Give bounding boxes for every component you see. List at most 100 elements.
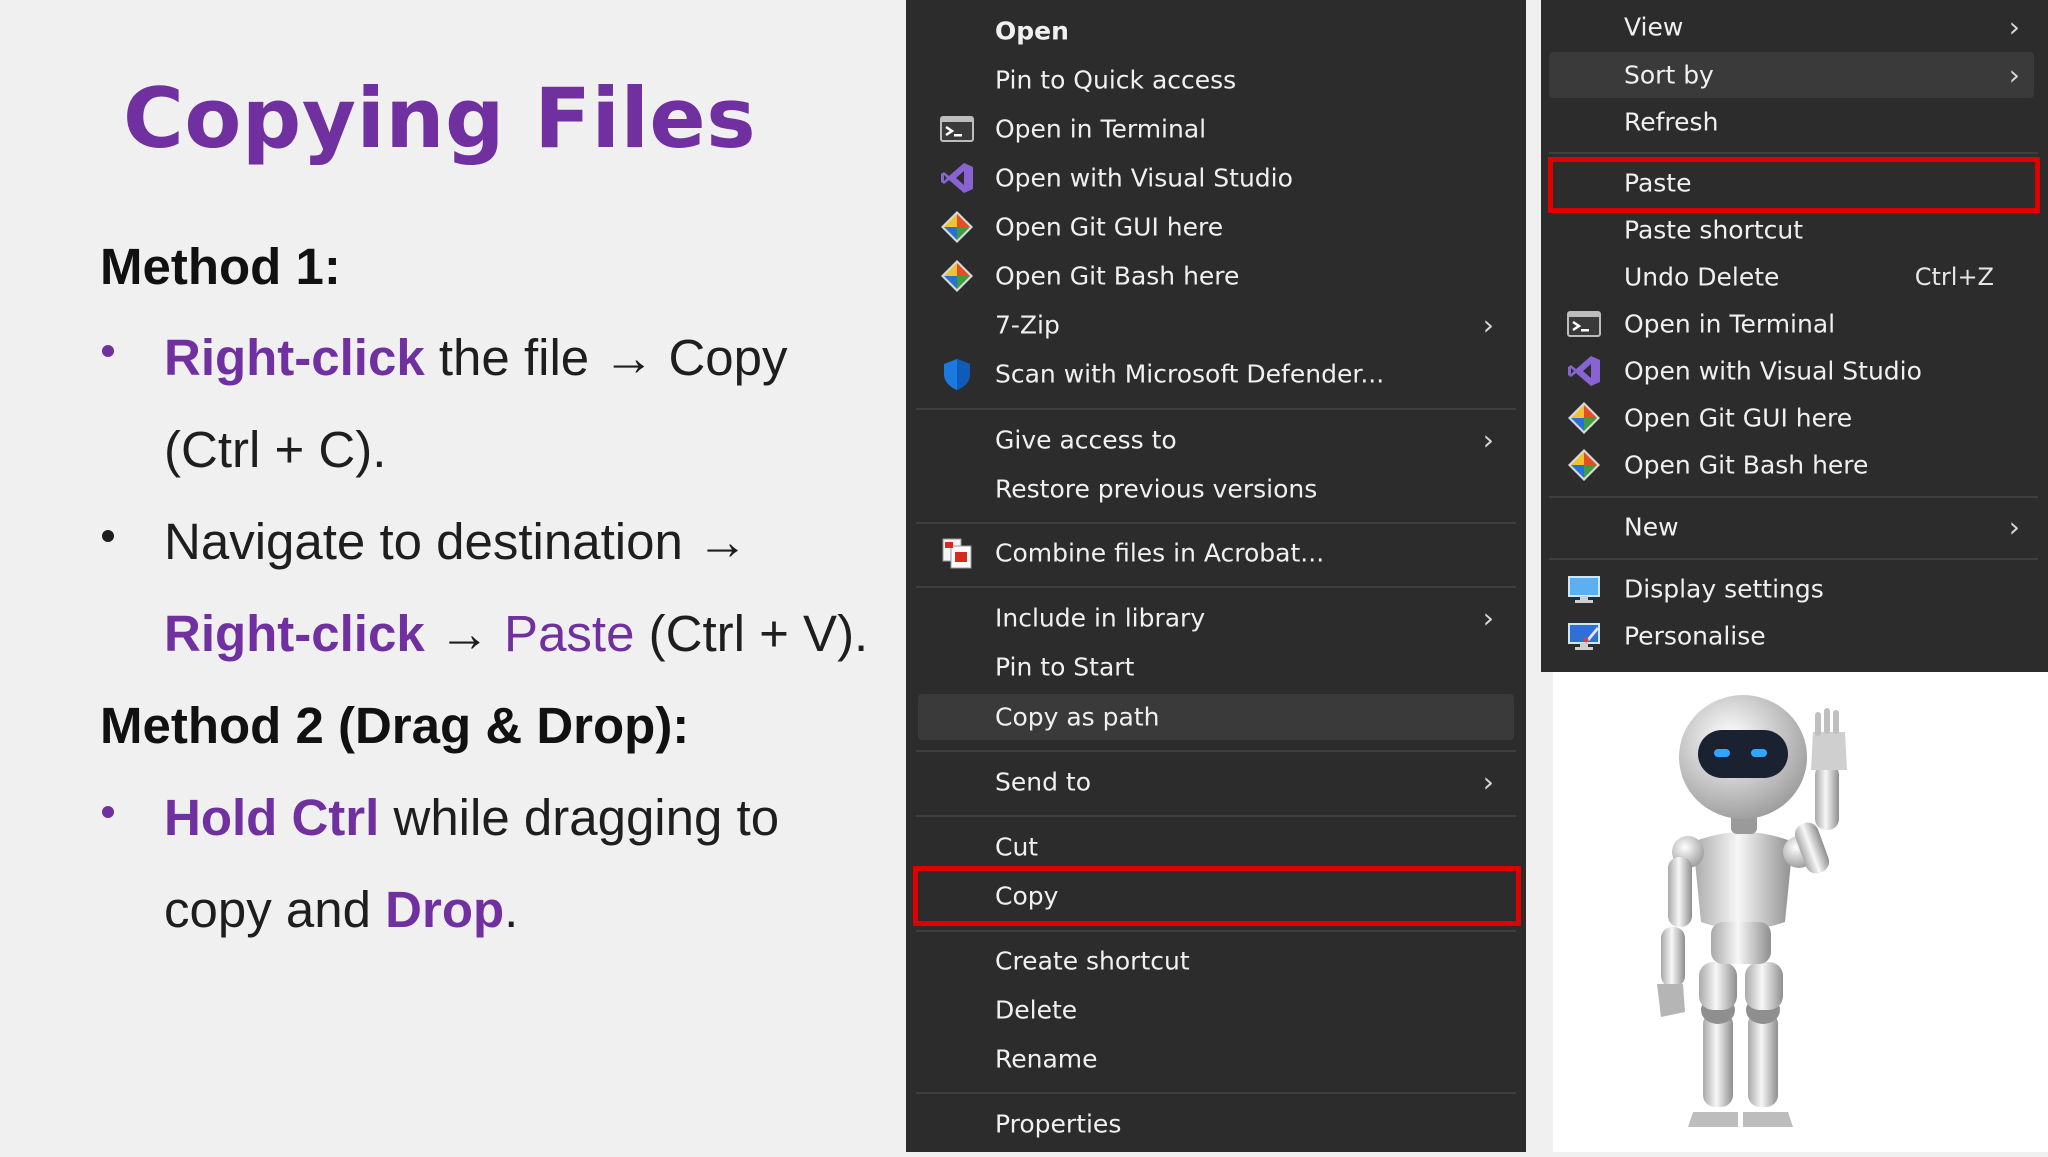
menu-item-label: Open Git GUI here — [1624, 403, 1853, 433]
menu-item-label: Open Git Bash here — [1624, 450, 1869, 480]
bullet-3-line-2: copy and Drop. — [164, 880, 518, 939]
bullet-dot-1 — [102, 345, 114, 357]
menu-item-personalise[interactable]: Personalise — [1549, 613, 2034, 659]
menu-item-scan-defender[interactable]: Scan with Microsoft Defender... — [918, 351, 1514, 397]
menu-item-label: Send to — [995, 767, 1092, 797]
bullet-dot-2 — [102, 530, 114, 542]
monitor-icon — [1567, 572, 1601, 606]
menu-item-delete[interactable]: Delete — [918, 987, 1514, 1033]
shield-icon — [940, 357, 974, 391]
menu-separator — [916, 1092, 1516, 1094]
menu-item-label: Copy as path — [995, 702, 1160, 732]
method1-heading: Method 1: — [100, 238, 341, 295]
menu-item-label: Open in Terminal — [995, 114, 1207, 144]
menu-item-label: Include in library — [995, 603, 1206, 633]
menu-item-label: Delete — [995, 995, 1078, 1025]
menu-item-label: Open — [995, 16, 1069, 46]
robot-image — [1657, 695, 1847, 1127]
menu-item-open-terminal-desktop[interactable]: Open in Terminal — [1549, 301, 2034, 347]
menu-item-open-visual-studio[interactable]: Open with Visual Studio — [918, 155, 1514, 201]
menu-item-label: Open in Terminal — [1624, 309, 1836, 339]
menu-item-label: Rename — [995, 1044, 1098, 1074]
menu-item-pin-start[interactable]: Pin to Start — [918, 644, 1514, 690]
bullet-3-text: while dragging to — [379, 789, 780, 846]
menu-item-label: Refresh — [1624, 107, 1719, 137]
bullet-dot-3 — [102, 806, 114, 818]
menu-item-open-vs-desktop[interactable]: Open with Visual Studio — [1549, 348, 2034, 394]
visual-studio-icon — [940, 161, 974, 195]
menu-item-label: Create shortcut — [995, 946, 1190, 976]
menu-separator — [916, 522, 1516, 524]
menu-item-label: View — [1624, 12, 1684, 42]
menu-item-restore-versions[interactable]: Restore previous versions — [918, 466, 1514, 512]
menu-item-label: Personalise — [1624, 621, 1766, 651]
menu-separator — [1549, 558, 2038, 560]
chevron-right-icon: › — [2008, 510, 2020, 544]
menu-item-view[interactable]: View › — [1549, 4, 2034, 50]
paste-highlight-box — [1548, 157, 2040, 213]
git-icon — [940, 210, 974, 244]
menu-item-copy-as-path[interactable]: Copy as path — [918, 694, 1514, 740]
menu-item-label: Display settings — [1624, 574, 1824, 604]
menu-item-label: Pin to Start — [995, 652, 1135, 682]
menu-item-label: Sort by — [1624, 60, 1714, 90]
menu-separator — [916, 815, 1516, 817]
bullet-1-line-2: (Ctrl + C). — [164, 421, 387, 478]
menu-separator — [916, 750, 1516, 752]
menu-item-label: Cut — [995, 832, 1039, 862]
menu-item-git-bash-desktop[interactable]: Open Git Bash here — [1549, 442, 2034, 488]
desktop-context-menu: View › Sort by › Refresh Paste Paste sho… — [1541, 0, 2048, 672]
menu-item-properties[interactable]: Properties — [918, 1101, 1514, 1147]
menu-item-new[interactable]: New › — [1549, 504, 2034, 550]
menu-item-open[interactable]: Open — [918, 8, 1514, 54]
menu-item-sort-by[interactable]: Sort by › — [1549, 52, 2034, 98]
menu-item-git-gui-desktop[interactable]: Open Git GUI here — [1549, 395, 2034, 441]
visual-studio-icon — [1567, 354, 1601, 388]
chevron-right-icon: › — [2008, 58, 2020, 92]
menu-item-refresh[interactable]: Refresh — [1549, 99, 2034, 145]
menu-item-open-git-bash[interactable]: Open Git Bash here — [918, 253, 1514, 299]
highlight-right-click-2: Right-click — [164, 605, 425, 662]
chevron-right-icon: › — [1482, 601, 1494, 635]
menu-item-pin-quick-access[interactable]: Pin to Quick access — [918, 57, 1514, 103]
terminal-icon — [940, 112, 974, 146]
menu-item-undo-delete[interactable]: Undo Delete Ctrl+Z — [1549, 254, 2034, 300]
menu-item-label: Combine files in Acrobat... — [995, 538, 1325, 568]
chevron-right-icon: › — [1482, 765, 1494, 799]
menu-item-label: Open with Visual Studio — [1624, 356, 1922, 386]
menu-item-7zip[interactable]: 7-Zip › — [918, 302, 1514, 348]
menu-item-cut[interactable]: Cut — [918, 824, 1514, 870]
menu-item-label: Paste shortcut — [1624, 215, 1804, 245]
menu-item-label: Scan with Microsoft Defender... — [995, 359, 1385, 389]
menu-item-label: 7-Zip — [995, 310, 1060, 340]
highlight-drop: Drop — [385, 881, 505, 938]
menu-item-create-shortcut[interactable]: Create shortcut — [918, 938, 1514, 984]
menu-item-give-access[interactable]: Give access to › — [918, 417, 1514, 463]
highlight-paste: Paste — [504, 605, 635, 662]
menu-item-rename[interactable]: Rename — [918, 1036, 1514, 1082]
menu-item-label: Give access to — [995, 425, 1177, 455]
menu-separator — [916, 586, 1516, 588]
terminal-icon — [1567, 307, 1601, 341]
highlight-hold-ctrl: Hold Ctrl — [164, 789, 380, 846]
chevron-right-icon: › — [2008, 10, 2020, 44]
menu-item-open-git-gui[interactable]: Open Git GUI here — [918, 204, 1514, 250]
menu-item-display-settings[interactable]: Display settings — [1549, 566, 2034, 612]
menu-item-send-to[interactable]: Send to › — [918, 759, 1514, 805]
bullet-1-line-1: Right-click the file → Copy — [164, 328, 788, 387]
menu-item-combine-acrobat[interactable]: Combine files in Acrobat... — [918, 530, 1514, 576]
menu-item-include-library[interactable]: Include in library › — [918, 595, 1514, 641]
menu-item-open-terminal[interactable]: Open in Terminal — [918, 106, 1514, 152]
menu-item-label: Open Git GUI here — [995, 212, 1224, 242]
bullet-2-line-2: Right-click → Paste (Ctrl + V). — [164, 604, 868, 663]
menu-item-paste-shortcut[interactable]: Paste shortcut — [1549, 207, 2034, 253]
method2-heading: Method 2 (Drag & Drop): — [100, 697, 690, 754]
menu-item-label: Open Git Bash here — [995, 261, 1240, 291]
period: . — [504, 881, 519, 938]
git-icon — [940, 259, 974, 293]
personalise-icon — [1567, 619, 1601, 653]
menu-separator — [916, 930, 1516, 932]
chevron-right-icon: › — [1482, 308, 1494, 342]
menu-item-label: Properties — [995, 1109, 1122, 1139]
menu-item-label: Pin to Quick access — [995, 65, 1237, 95]
